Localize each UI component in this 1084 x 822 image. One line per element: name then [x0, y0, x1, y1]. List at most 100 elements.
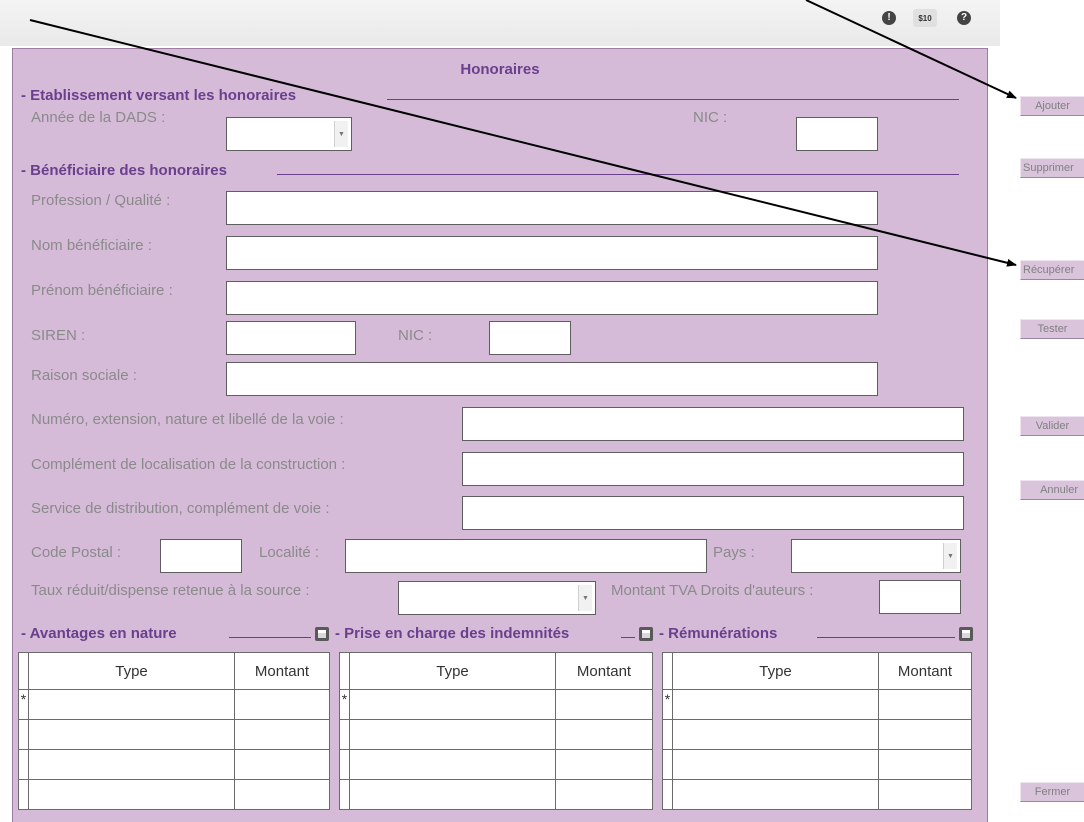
- table-cell[interactable]: [349, 689, 556, 720]
- table-row[interactable]: [18, 779, 330, 810]
- table-cell[interactable]: [234, 719, 330, 750]
- calculator-icon[interactable]: [639, 627, 653, 641]
- row-selector[interactable]: [339, 749, 350, 780]
- complement-input[interactable]: [462, 452, 964, 486]
- price-icon[interactable]: $10: [913, 9, 937, 27]
- table-row[interactable]: [339, 719, 653, 750]
- new-row-marker: *: [662, 689, 673, 720]
- section-avantages: - Avantages en nature: [21, 625, 177, 642]
- table-cell[interactable]: [349, 719, 556, 750]
- column-header-montant[interactable]: Montant: [878, 652, 972, 690]
- benef-nic-input[interactable]: [489, 321, 571, 355]
- price-glyph: $10: [918, 13, 932, 23]
- nom-input[interactable]: [226, 236, 878, 270]
- row-selector[interactable]: [18, 719, 29, 750]
- section-divider: [229, 637, 311, 638]
- table-cell[interactable]: [672, 689, 879, 720]
- voie-input[interactable]: [462, 407, 964, 441]
- row-selector[interactable]: [18, 749, 29, 780]
- recuperer-button[interactable]: Récupérer: [1020, 260, 1084, 280]
- chevron-down-icon[interactable]: ▼: [578, 585, 592, 611]
- table-row[interactable]: *: [18, 689, 330, 720]
- taux-select[interactable]: ▼: [398, 581, 596, 615]
- fermer-button[interactable]: Fermer: [1020, 782, 1084, 802]
- supprimer-button[interactable]: Supprimer: [1020, 158, 1084, 178]
- table-cell[interactable]: [28, 779, 235, 810]
- table-row[interactable]: [18, 749, 330, 780]
- row-selector[interactable]: [662, 779, 673, 810]
- table-cell[interactable]: [349, 779, 556, 810]
- table-cell[interactable]: [555, 749, 653, 780]
- localite-input[interactable]: [345, 539, 707, 573]
- table-row[interactable]: [662, 779, 972, 810]
- section-divider: [387, 99, 959, 100]
- prenom-label: Prénom bénéficiaire :: [31, 282, 173, 299]
- avantages-grid[interactable]: Type Montant *: [18, 652, 330, 810]
- section-divider: [621, 637, 635, 638]
- chevron-down-icon[interactable]: ▼: [943, 543, 957, 569]
- table-cell[interactable]: [234, 749, 330, 780]
- tva-label: Montant TVA Droits d'auteurs :: [611, 582, 814, 599]
- table-cell[interactable]: [878, 749, 972, 780]
- table-cell[interactable]: [555, 689, 653, 720]
- prenom-input[interactable]: [226, 281, 878, 315]
- table-row[interactable]: [662, 719, 972, 750]
- table-cell[interactable]: [555, 779, 653, 810]
- table-cell[interactable]: [672, 719, 879, 750]
- column-header-montant[interactable]: Montant: [555, 652, 653, 690]
- column-header-type[interactable]: Type: [28, 652, 235, 690]
- row-selector[interactable]: [339, 779, 350, 810]
- row-selector[interactable]: [662, 749, 673, 780]
- info-glyph: !: [882, 11, 896, 25]
- raison-input[interactable]: [226, 362, 878, 396]
- table-cell[interactable]: [28, 749, 235, 780]
- profession-input[interactable]: [226, 191, 878, 225]
- calculator-icon[interactable]: [315, 627, 329, 641]
- row-selector[interactable]: [18, 779, 29, 810]
- etab-nic-input[interactable]: [796, 117, 878, 151]
- table-cell[interactable]: [234, 779, 330, 810]
- table-cell[interactable]: [878, 779, 972, 810]
- table-cell[interactable]: [672, 779, 879, 810]
- table-cell[interactable]: [349, 749, 556, 780]
- row-selector[interactable]: [339, 719, 350, 750]
- column-header-type[interactable]: Type: [349, 652, 556, 690]
- column-header-montant[interactable]: Montant: [234, 652, 330, 690]
- code-postal-label: Code Postal :: [31, 544, 122, 561]
- table-row[interactable]: [339, 749, 653, 780]
- table-row[interactable]: [662, 749, 972, 780]
- tester-button[interactable]: Tester: [1020, 319, 1084, 339]
- annuler-button[interactable]: Annuler: [1020, 480, 1084, 500]
- annee-select[interactable]: ▼: [226, 117, 352, 151]
- chevron-down-icon[interactable]: ▼: [334, 121, 348, 147]
- table-cell[interactable]: [672, 749, 879, 780]
- help-icon[interactable]: ?: [955, 9, 973, 27]
- siren-input[interactable]: [226, 321, 356, 355]
- table-cell[interactable]: [28, 689, 235, 720]
- tva-input[interactable]: [879, 580, 961, 614]
- table-cell[interactable]: [555, 719, 653, 750]
- distribution-input[interactable]: [462, 496, 964, 530]
- table-cell[interactable]: [878, 689, 972, 720]
- table-cell[interactable]: [234, 689, 330, 720]
- info-icon[interactable]: !: [880, 9, 898, 27]
- annee-label: Année de la DADS :: [31, 109, 166, 126]
- table-cell[interactable]: [878, 719, 972, 750]
- table-cell[interactable]: [28, 719, 235, 750]
- calculator-icon[interactable]: [959, 627, 973, 641]
- help-glyph: ?: [957, 11, 971, 25]
- row-selector[interactable]: [662, 719, 673, 750]
- table-row[interactable]: [18, 719, 330, 750]
- column-header-type[interactable]: Type: [672, 652, 879, 690]
- voie-label: Numéro, extension, nature et libellé de …: [31, 411, 344, 428]
- taux-label: Taux réduit/dispense retenue à la source…: [31, 582, 310, 599]
- valider-button[interactable]: Valider: [1020, 416, 1084, 436]
- indemnites-grid[interactable]: Type Montant *: [339, 652, 653, 810]
- remunerations-grid[interactable]: Type Montant *: [662, 652, 972, 810]
- ajouter-button[interactable]: Ajouter: [1020, 96, 1084, 116]
- code-postal-input[interactable]: [160, 539, 242, 573]
- pays-select[interactable]: ▼: [791, 539, 961, 573]
- table-row[interactable]: *: [662, 689, 972, 720]
- table-row[interactable]: *: [339, 689, 653, 720]
- table-row[interactable]: [339, 779, 653, 810]
